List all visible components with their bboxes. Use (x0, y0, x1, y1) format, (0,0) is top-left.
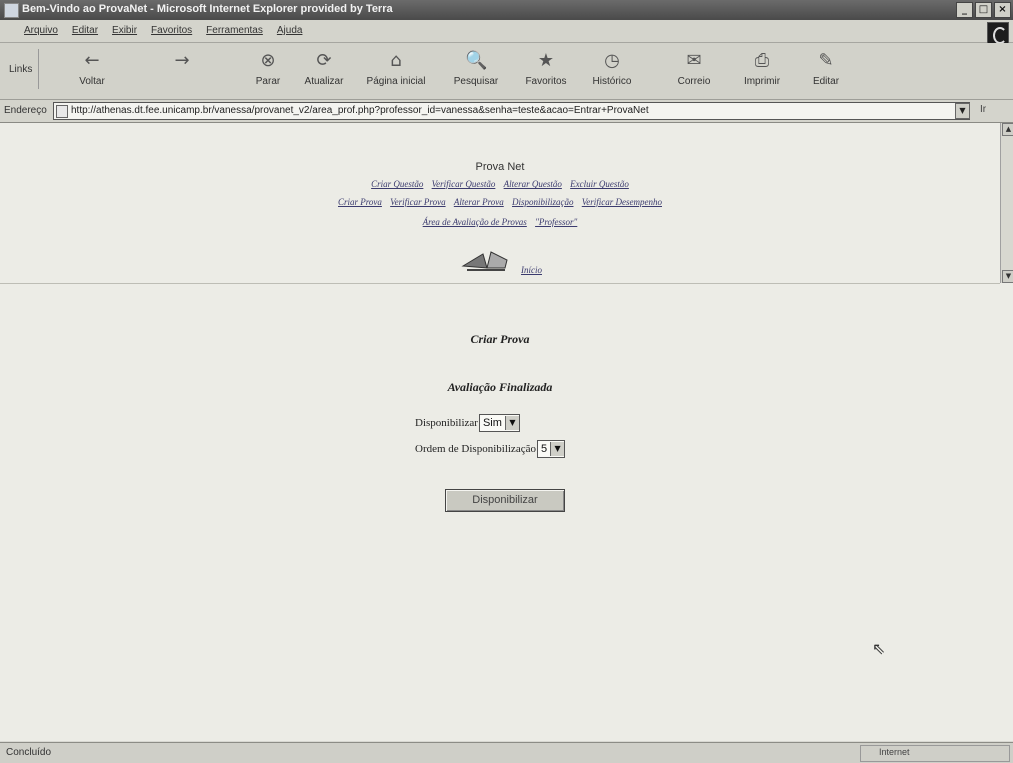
site-title: Prova Net (475, 161, 525, 173)
menu-ferramentas[interactable]: Ferramentas (206, 25, 263, 36)
status-bar: Concluído Internet (0, 742, 1013, 763)
order-label: Ordem de Disponibilização (415, 443, 536, 455)
order-row: Ordem de Disponibilização 5 ▼ (415, 440, 566, 458)
scroll-down-icon[interactable]: ▼ (1002, 270, 1013, 283)
close-button[interactable]: × (994, 2, 1011, 18)
search-icon: 🔍 (465, 50, 488, 71)
nav-criar-questao[interactable]: Criar Questão (371, 179, 423, 189)
favorites-button[interactable]: ★ Favoritos (516, 47, 576, 95)
zone-label: Internet (879, 747, 910, 757)
history-icon: ◷ (604, 50, 620, 71)
menu-editar[interactable]: Editar (72, 25, 98, 36)
home-label: Página inicial (366, 76, 426, 87)
refresh-label: Atualizar (304, 76, 344, 87)
search-button[interactable]: 🔍 Pesquisar (446, 47, 506, 95)
availability-row: Disponibilizar Sim ▼ (415, 414, 520, 432)
availability-label: Disponibilizar (415, 417, 478, 429)
links-bar[interactable]: Links (4, 49, 39, 89)
back-arrow-icon: ← (84, 50, 100, 71)
stop-icon: ⊗ (260, 50, 276, 71)
home-button[interactable]: ⌂ Página inicial (366, 47, 426, 95)
ie-icon (4, 3, 19, 18)
page-icon (56, 105, 68, 118)
frame-scrollbar[interactable]: ▲ ▼ (1000, 123, 1013, 283)
window-title: Bem-Vindo ao ProvaNet - Microsoft Intern… (22, 3, 393, 15)
print-icon: ⎙ (754, 50, 770, 71)
maximize-button[interactable]: □ (975, 2, 992, 18)
nav-alterar-prova[interactable]: Alterar Prova (454, 197, 504, 207)
title-bar: Bem-Vindo ao ProvaNet - Microsoft Intern… (0, 0, 1013, 20)
address-dropdown-button[interactable]: ▼ (955, 103, 970, 119)
nav-professor[interactable]: "Professor" (535, 217, 577, 227)
menu-favoritos[interactable]: Favoritos (151, 25, 192, 36)
status-text: Concluído (6, 747, 52, 758)
menu-arquivo[interactable]: Arquivo (24, 25, 58, 36)
window-controls: _ □ × (956, 2, 1011, 18)
history-button[interactable]: ◷ Histórico (582, 47, 642, 95)
links-label: Links (9, 64, 33, 75)
edit-label: Editar (812, 76, 840, 87)
scroll-up-icon[interactable]: ▲ (1002, 123, 1013, 136)
question-nav: Criar Questão Verificar Questão Alterar … (0, 179, 1000, 189)
refresh-button[interactable]: ⟳ Atualizar (294, 47, 354, 95)
toolbar: Links ← Voltar → ⊗ Parar ⟳ Atualizar ⌂ P… (0, 43, 1013, 100)
page-heading: Criar Prova (470, 332, 530, 346)
nav-excluir-questao[interactable]: Excluir Questão (570, 179, 629, 189)
page-subheading: Avaliação Finalizada (447, 380, 553, 394)
print-label: Imprimir (743, 76, 781, 87)
favorites-label: Favoritos (525, 76, 567, 87)
address-url: http://athenas.dt.fee.unicamp.br/vanessa… (71, 105, 649, 116)
menu-bar: Arquivo Editar Exibir Favoritos Ferramen… (0, 20, 1013, 43)
order-value: 5 (540, 443, 548, 455)
availability-select[interactable]: Sim ▼ (478, 414, 520, 432)
browser-window: Bem-Vindo ao ProvaNet - Microsoft Intern… (0, 0, 1013, 763)
home-icon: ⌂ (390, 50, 402, 71)
address-bar: Endereço http://athenas.dt.fee.unicamp.b… (0, 100, 1013, 123)
nav-verificar-questao[interactable]: Verificar Questão (432, 179, 496, 189)
forward-button[interactable]: → (152, 47, 212, 95)
nav-verificar-desempenho[interactable]: Verificar Desempenho (582, 197, 662, 207)
mail-label: Correio (677, 76, 711, 87)
order-select[interactable]: 5 ▼ (536, 440, 566, 458)
history-label: Histórico (592, 76, 632, 87)
chevron-down-icon: ▼ (504, 416, 519, 430)
refresh-icon: ⟳ (316, 50, 332, 71)
menu-exibir[interactable]: Exibir (112, 25, 137, 36)
nav-criar-prova[interactable]: Criar Prova (338, 197, 382, 207)
security-zone: Internet (860, 745, 1010, 762)
navigation-frame: Prova Net Criar Questão Verificar Questã… (0, 123, 1000, 284)
nav-area-avaliacao[interactable]: Área de Avaliação de Provas (423, 217, 527, 227)
minimize-button[interactable]: _ (956, 2, 973, 18)
favorites-icon: ★ (537, 50, 555, 71)
chevron-down-icon: ▼ (550, 442, 565, 456)
edit-icon: ✎ (818, 50, 834, 71)
back-label: Voltar (79, 76, 105, 87)
open-book-icon[interactable] (461, 246, 509, 272)
stop-button[interactable]: ⊗ Parar (238, 47, 298, 95)
exam-nav: Criar Prova Verificar Prova Alterar Prov… (0, 197, 1000, 207)
address-input[interactable]: http://athenas.dt.fee.unicamp.br/vanessa… (53, 102, 970, 120)
availability-value: Sim (482, 417, 502, 429)
disponibilizar-button[interactable]: Disponibilizar (445, 489, 565, 512)
mail-button[interactable]: ✉ Correio (664, 47, 724, 95)
search-label: Pesquisar (453, 76, 499, 87)
menu-ajuda[interactable]: Ajuda (277, 25, 303, 36)
nav-disponibilizacao[interactable]: Disponibilização (512, 197, 574, 207)
page-content: Prova Net Criar Questão Verificar Questã… (0, 123, 1013, 741)
mouse-cursor-icon: ⇖ (872, 639, 886, 658)
mail-icon: ✉ (686, 50, 702, 71)
area-nav: Área de Avaliação de Provas "Professor" (0, 217, 1000, 227)
print-button[interactable]: ⎙ Imprimir (732, 47, 792, 95)
nav-verificar-prova[interactable]: Verificar Prova (390, 197, 445, 207)
stop-label: Parar (255, 76, 281, 87)
back-button[interactable]: ← Voltar (62, 47, 122, 95)
go-button[interactable]: Ir (980, 104, 1008, 115)
edit-button[interactable]: ✎ Editar (796, 47, 856, 95)
home-link[interactable]: Início (521, 265, 542, 275)
nav-alterar-questao[interactable]: Alterar Questão (504, 179, 562, 189)
address-label: Endereço (4, 105, 47, 116)
forward-arrow-icon: → (174, 50, 190, 71)
